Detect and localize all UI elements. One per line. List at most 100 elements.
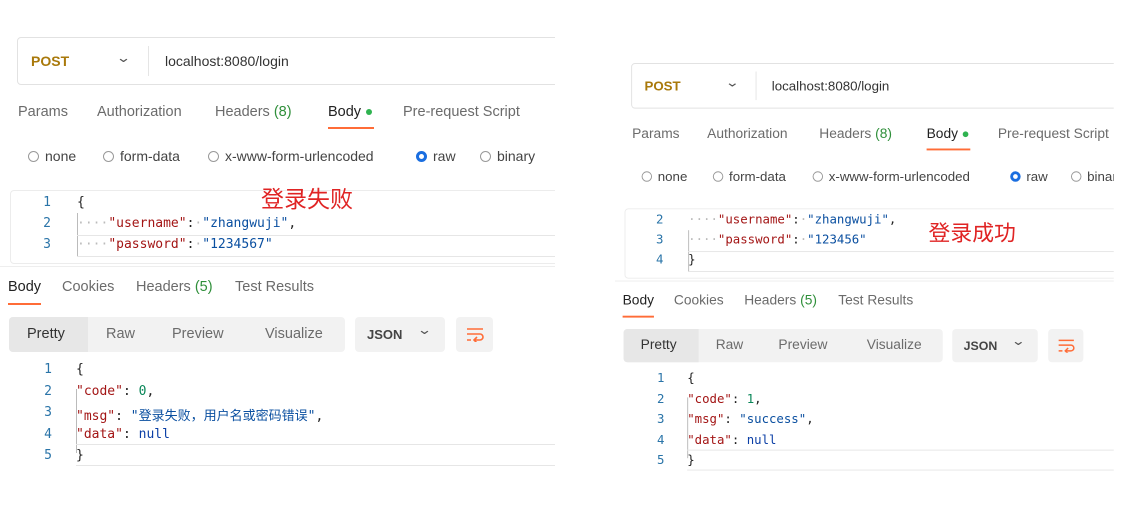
radio-form-data[interactable]: form-data (103, 148, 180, 164)
view-mode-raw[interactable]: Raw (716, 338, 744, 353)
method-select[interactable]: POST (644, 78, 680, 93)
code-token: "username" (108, 216, 187, 231)
url-input[interactable]: localhost:8080/login (772, 78, 890, 93)
radio-raw[interactable]: raw (1010, 168, 1048, 184)
request-body-editor[interactable]: 2 ····"username":·"zhangwuji", 3 ····"passw… (624, 208, 1114, 279)
tab-body[interactable]: Body (927, 127, 969, 142)
line-number: 2 (44, 383, 52, 399)
tab-label: Headers (215, 104, 270, 120)
radio-label: raw (433, 148, 456, 164)
response-tab-cookies[interactable]: Cookies (62, 279, 114, 295)
tab-label: Authorization (707, 126, 788, 142)
line-number: 3 (656, 412, 665, 427)
line-number: 5 (44, 448, 52, 463)
tab-authorization[interactable]: Authorization (707, 127, 787, 142)
code-line: } (687, 453, 694, 467)
tab-params[interactable]: Params (18, 104, 68, 120)
view-mode-pretty[interactable]: Pretty (641, 338, 677, 353)
radio-label: binary (1087, 168, 1114, 184)
tab-authorization[interactable]: Authorization (97, 104, 182, 120)
response-tab-body[interactable]: Body (8, 279, 41, 295)
radio-circle-icon[interactable] (812, 170, 824, 182)
tab-headers[interactable]: Headers (8) (215, 104, 292, 120)
code-token: } (688, 253, 696, 268)
code-line: } (688, 253, 695, 267)
url-bar: POST ⌄ localhost:8080/login (17, 37, 555, 85)
wrap-lines-button[interactable] (456, 317, 493, 352)
radio-none[interactable]: none (28, 148, 76, 164)
code-token: : (731, 392, 747, 407)
tab-label: Test Results (838, 292, 914, 309)
format-select[interactable]: JSON ⌄ (355, 317, 445, 352)
view-mode-pretty[interactable]: Pretty (27, 326, 65, 342)
wrap-lines-button[interactable] (1048, 329, 1084, 363)
url-bar: POST ⌄ localhost:8080/login (631, 63, 1114, 109)
code-line: ····"password":·"123456" (688, 233, 866, 247)
radio-circle-icon[interactable] (712, 170, 724, 182)
tab-pre-request-script[interactable]: Pre-request Script (998, 127, 1109, 142)
tab-headers[interactable]: Headers (8) (819, 127, 892, 142)
tab-label: Headers (744, 292, 797, 309)
active-dot-icon (366, 109, 373, 116)
radio-binary[interactable]: binary (1071, 168, 1114, 184)
code-token: "password" (717, 233, 793, 248)
response-tab-test-results[interactable]: Test Results (235, 279, 314, 295)
chevron-down-icon[interactable]: ⌄ (725, 75, 740, 90)
code-token: { (77, 195, 85, 210)
radio-circle-icon[interactable] (416, 150, 427, 162)
radio-x-www-form-urlencoded[interactable]: x-www-form-urlencoded (208, 148, 374, 164)
radio-none[interactable]: none (641, 168, 687, 184)
radio-raw[interactable]: raw (416, 148, 456, 164)
view-mode-preview[interactable]: Preview (778, 338, 827, 353)
tab-params[interactable]: Params (632, 127, 679, 142)
tab-label: Body (328, 104, 362, 120)
response-tab-cookies[interactable]: Cookies (674, 293, 724, 308)
radio-circle-icon[interactable] (28, 150, 39, 162)
view-mode-raw[interactable]: Raw (106, 326, 135, 342)
response-tab-body[interactable]: Body (623, 293, 654, 308)
tab-label: Headers (136, 279, 191, 295)
format-select[interactable]: JSON ⌄ (952, 329, 1038, 363)
code-token: "1234567" (202, 237, 273, 252)
tab-body[interactable]: Body (328, 104, 373, 120)
radio-circle-icon[interactable] (1010, 170, 1021, 182)
code-token: "data" (687, 433, 732, 448)
radio-binary[interactable]: binary (480, 148, 535, 164)
radio-circle-icon[interactable] (208, 150, 219, 162)
code-token: "msg" (687, 412, 725, 427)
radio-form-data[interactable]: form-data (712, 168, 786, 184)
code-line: "code": 1, (687, 392, 761, 406)
chevron-down-icon[interactable]: ⌄ (116, 50, 131, 66)
radio-x-www-form-urlencoded[interactable]: x-www-form-urlencoded (812, 168, 970, 184)
view-mode-preview[interactable]: Preview (172, 326, 224, 342)
tab-label: Pre-request Script (403, 104, 520, 120)
code-line: } (76, 448, 84, 463)
method-select[interactable]: POST (31, 53, 69, 69)
url-input[interactable]: localhost:8080/login (165, 53, 289, 69)
radio-label: raw (1026, 168, 1048, 184)
line-number: 4 (44, 426, 52, 442)
request-panel-success: POST ⌄ localhost:8080/login Params Authoriza… (615, 63, 1114, 510)
line-number: 3 (43, 237, 51, 252)
radio-circle-icon[interactable] (480, 150, 491, 162)
response-tab-headers[interactable]: Headers (5) (136, 279, 213, 295)
active-dot-icon (962, 131, 969, 138)
tab-pre-request-script[interactable]: Pre-request Script (403, 104, 520, 120)
view-mode-visualize[interactable]: Visualize (867, 338, 922, 353)
response-tab-headers[interactable]: Headers (5) (744, 293, 817, 308)
chevron-down-icon: ⌄ (1010, 333, 1026, 348)
wrap-icon (1057, 338, 1076, 358)
code-token: : (122, 383, 139, 399)
radio-label: binary (497, 148, 536, 164)
code-token: "msg" (76, 409, 116, 424)
view-mode-visualize[interactable]: Visualize (265, 326, 323, 342)
radio-circle-icon[interactable] (641, 170, 653, 182)
response-tab-test-results[interactable]: Test Results (838, 293, 913, 308)
radio-label: x-www-form-urlencoded (828, 168, 970, 184)
radio-circle-icon[interactable] (103, 150, 114, 162)
line-separator (76, 465, 555, 466)
line-separator (688, 271, 1114, 272)
code-line: "code": 0, (76, 384, 154, 399)
code-token: "password" (108, 237, 187, 252)
radio-circle-icon[interactable] (1071, 170, 1082, 182)
